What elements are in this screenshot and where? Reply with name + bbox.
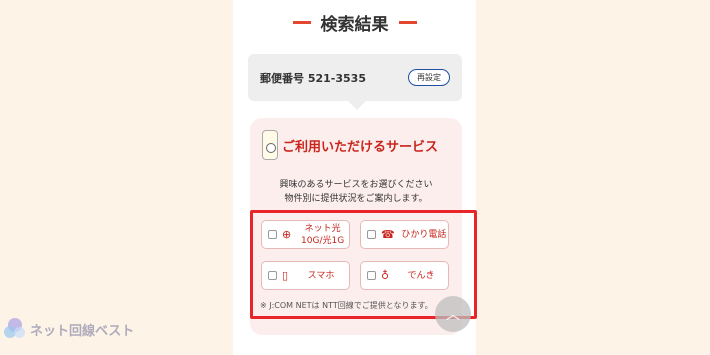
service-note: ※ J:COM NETは NTT回線でご提供となります。 (260, 301, 433, 310)
title-dash-left (292, 20, 311, 24)
service-option-mobile[interactable]: ▯ スマホ (261, 261, 350, 290)
results-heading: 検索結果 (233, 10, 476, 35)
chevron-up-icon: ︿ (446, 307, 460, 323)
service-description: 興味のあるサービスをお選びください 物件別に提供状況をご案内します。 (250, 178, 462, 206)
phone-checkbox[interactable] (367, 230, 376, 239)
service-desc-line1: 興味のあるサービスをお選びください (279, 180, 433, 190)
electric-checkbox[interactable] (367, 271, 376, 280)
phone-icon: ☎ (381, 228, 395, 241)
globe-icon: ⊕ (282, 228, 292, 241)
net-checkbox[interactable] (268, 230, 277, 239)
service-option-label: スマホ (307, 270, 335, 281)
watermark-text: ネット回線ベスト (30, 323, 135, 339)
service-header: ご利用いただけるサービス (262, 130, 438, 160)
lightbulb-icon: ♁ (381, 269, 390, 282)
mobile-checkbox[interactable] (268, 271, 277, 280)
smartphone-icon: ▯ (282, 269, 289, 282)
service-option-label: でんき (407, 270, 435, 281)
mascot-icon (262, 130, 278, 160)
service-option-electric[interactable]: ♁ でんき (360, 261, 449, 290)
service-option-label: ネット光10G/光1G (301, 223, 345, 246)
results-title: 検索結果 (320, 14, 389, 35)
service-option-net[interactable]: ⊕ ネット光10G/光1G (261, 220, 350, 249)
reset-button[interactable]: 再設定 (408, 69, 450, 86)
watermark-logo-icon (4, 318, 26, 340)
postal-code-box: 郵便番号 521-3535 再設定 (248, 54, 462, 110)
title-dash-right (398, 20, 417, 24)
service-desc-line2: 物件別に提供状況をご案内します。 (284, 194, 428, 204)
watermark: ネット回線ベスト (4, 318, 134, 340)
service-option-label: ひかり電話 (401, 229, 447, 240)
postal-code-label: 郵便番号 521-3535 (260, 71, 366, 85)
service-option-phone[interactable]: ☎ ひかり電話 (360, 220, 449, 249)
service-title: ご利用いただけるサービス (282, 139, 439, 155)
scroll-top-button[interactable]: ︿ (435, 296, 471, 332)
